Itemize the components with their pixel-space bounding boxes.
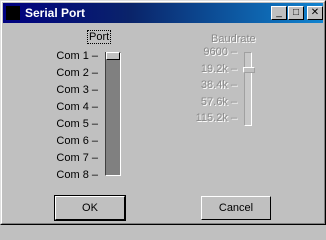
port-tick-label: Com 2 – [56, 67, 98, 79]
port-tick-label: Com 5 – [56, 118, 98, 130]
cancel-button[interactable]: Cancel [201, 196, 271, 220]
minimize-icon: _ [276, 7, 282, 18]
close-button[interactable]: ✕ [307, 6, 323, 20]
maximize-button[interactable]: □ [288, 6, 304, 20]
port-tick-label: Com 7 – [56, 152, 98, 164]
ok-button-label: OK [82, 202, 98, 214]
port-slider-thumb[interactable] [106, 52, 120, 60]
port-tick-label: Com 4 – [56, 101, 98, 113]
port-tick-label: Com 8 – [56, 169, 98, 181]
baudrate-tick-label: 57.6k – [200, 95, 237, 108]
close-icon: ✕ [310, 7, 320, 18]
baudrate-tick-label: 19.2k – [200, 62, 237, 75]
window-title: Serial Port [25, 6, 86, 20]
baudrate-tick-label: 115.2k – [195, 112, 237, 124]
maximize-icon: □ [292, 7, 300, 18]
app-icon [6, 6, 20, 20]
baudrate-tick-label: 9600 – [203, 46, 237, 58]
ok-button[interactable]: OK [54, 195, 126, 221]
cancel-button-label: Cancel [218, 202, 254, 214]
port-slider-track[interactable] [105, 52, 121, 176]
baudrate-slider-track [244, 52, 252, 126]
baudrate-slider-thumb [243, 67, 255, 73]
port-tick-label: Com 1 – [56, 50, 98, 62]
port-label: Port [87, 30, 112, 44]
minimize-button[interactable]: _ [271, 6, 287, 20]
baudrate-label: Baudrate [211, 33, 256, 45]
serial-port-dialog: Serial Port _ □ ✕ Port Baudrate Com 1 – C… [0, 0, 326, 225]
port-tick-label: Com 6 – [56, 135, 98, 147]
port-tick-label: Com 3 – [56, 84, 98, 96]
baudrate-tick-label: 38.4k – [200, 79, 237, 91]
title-bar[interactable]: Serial Port _ □ ✕ [3, 3, 323, 23]
